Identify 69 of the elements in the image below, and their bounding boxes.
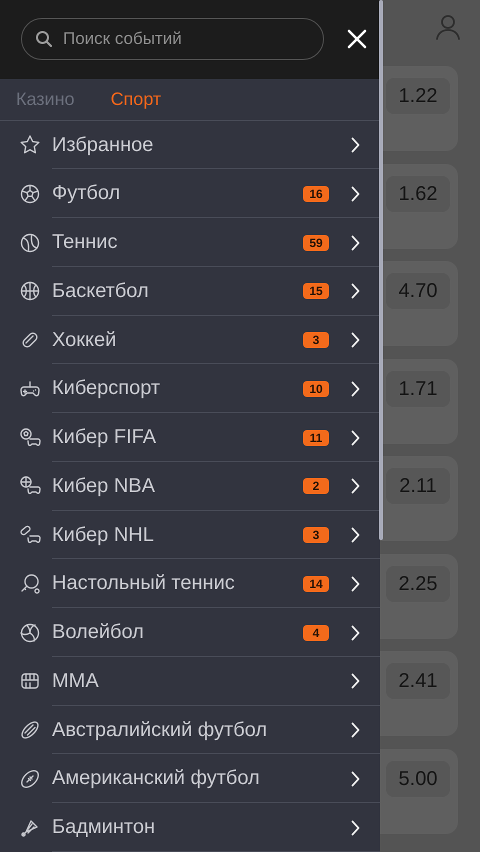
menu-item[interactable]: Волейбол 4 (0, 608, 380, 657)
count-badge: 15 (303, 283, 329, 300)
menu-item[interactable]: Австралийский футбол (0, 706, 380, 754)
count-badge: 11 (303, 430, 329, 446)
odds-button[interactable]: 2.41 (386, 663, 450, 699)
rugby-ball-icon (19, 719, 41, 742)
menu-item[interactable]: Бадминтон (0, 803, 380, 852)
menu-item[interactable]: Избранное (0, 120, 380, 170)
search-field[interactable]: Поиск событий (21, 18, 324, 60)
odds-button[interactable]: 1.71 (386, 370, 450, 406)
tab[interactable]: Спорт (110, 88, 162, 110)
odds-button[interactable]: 1.22 (386, 78, 450, 114)
event-card[interactable]: 2.25 (380, 554, 458, 638)
soccer-ball-icon (19, 182, 41, 205)
tab[interactable]: Казино (16, 88, 75, 110)
chevron-right-icon (351, 430, 360, 446)
menu-item[interactable]: Теннис 59 (0, 218, 380, 267)
menu-item[interactable]: Футбол 16 (0, 169, 380, 218)
ball-gamepad-icon (19, 426, 41, 449)
chevron-right-icon (351, 576, 360, 592)
chevron-right-icon (351, 283, 360, 300)
chevron-right-icon (351, 186, 360, 202)
chevron-right-icon (351, 624, 360, 641)
chevron-right-icon (351, 332, 360, 348)
menu-item[interactable]: Настольный теннис 14 (0, 559, 380, 608)
count-badge: 4 (303, 624, 329, 641)
menu-item[interactable]: MMA (0, 656, 380, 706)
event-card[interactable]: 2.11 (380, 456, 458, 541)
event-card[interactable]: 5.00 (380, 748, 458, 834)
odds-button[interactable]: 2.25 (386, 566, 450, 602)
event-card[interactable]: 1.22 (380, 66, 458, 151)
event-card[interactable]: 1.62 (380, 164, 458, 248)
chevron-right-icon (351, 673, 360, 690)
star-icon (19, 134, 41, 156)
menu-item[interactable]: Кибер FIFA 11 (0, 413, 380, 462)
odds-button[interactable]: 4.70 (386, 273, 450, 309)
event-card[interactable]: 1.71 (380, 358, 458, 444)
chevron-right-icon (351, 137, 360, 154)
odds-button[interactable]: 1.62 (386, 176, 450, 212)
odds-button[interactable]: 5.00 (386, 760, 450, 796)
event-card[interactable]: 2.41 (380, 651, 458, 736)
chevron-right-icon (351, 527, 360, 544)
menu-item[interactable]: Киберспорт 10 (0, 364, 380, 414)
count-badge: 3 (303, 527, 329, 544)
chevron-right-icon (351, 722, 360, 738)
chevron-right-icon (351, 380, 360, 397)
odds-button[interactable]: 2.11 (386, 468, 450, 504)
count-badge: 2 (303, 478, 329, 494)
volleyball-icon (19, 622, 41, 644)
chevron-right-icon (351, 820, 360, 836)
chevron-right-icon (351, 770, 360, 787)
paddle-icon (19, 572, 41, 595)
search-icon (35, 30, 53, 48)
basketball-icon (19, 280, 41, 302)
menu-item[interactable]: Американский футбол (0, 754, 380, 804)
count-badge: 10 (303, 380, 329, 397)
football-icon (19, 768, 41, 790)
count-badge: 3 (303, 332, 329, 348)
menu-item[interactable]: Хоккей 3 (0, 316, 380, 364)
count-badge: 14 (303, 576, 329, 592)
count-badge: 16 (303, 186, 329, 202)
menu-item[interactable]: Кибер NHL 3 (0, 510, 380, 560)
count-badge: 59 (303, 234, 329, 251)
event-card[interactable]: 4.70 (380, 261, 458, 346)
tennis-ball-icon (19, 232, 41, 254)
chevron-right-icon (351, 234, 360, 251)
menu-item[interactable]: Кибер NBA 2 (0, 462, 380, 511)
chevron-right-icon (351, 478, 360, 494)
menu-item[interactable]: Баскетбол 15 (0, 266, 380, 316)
